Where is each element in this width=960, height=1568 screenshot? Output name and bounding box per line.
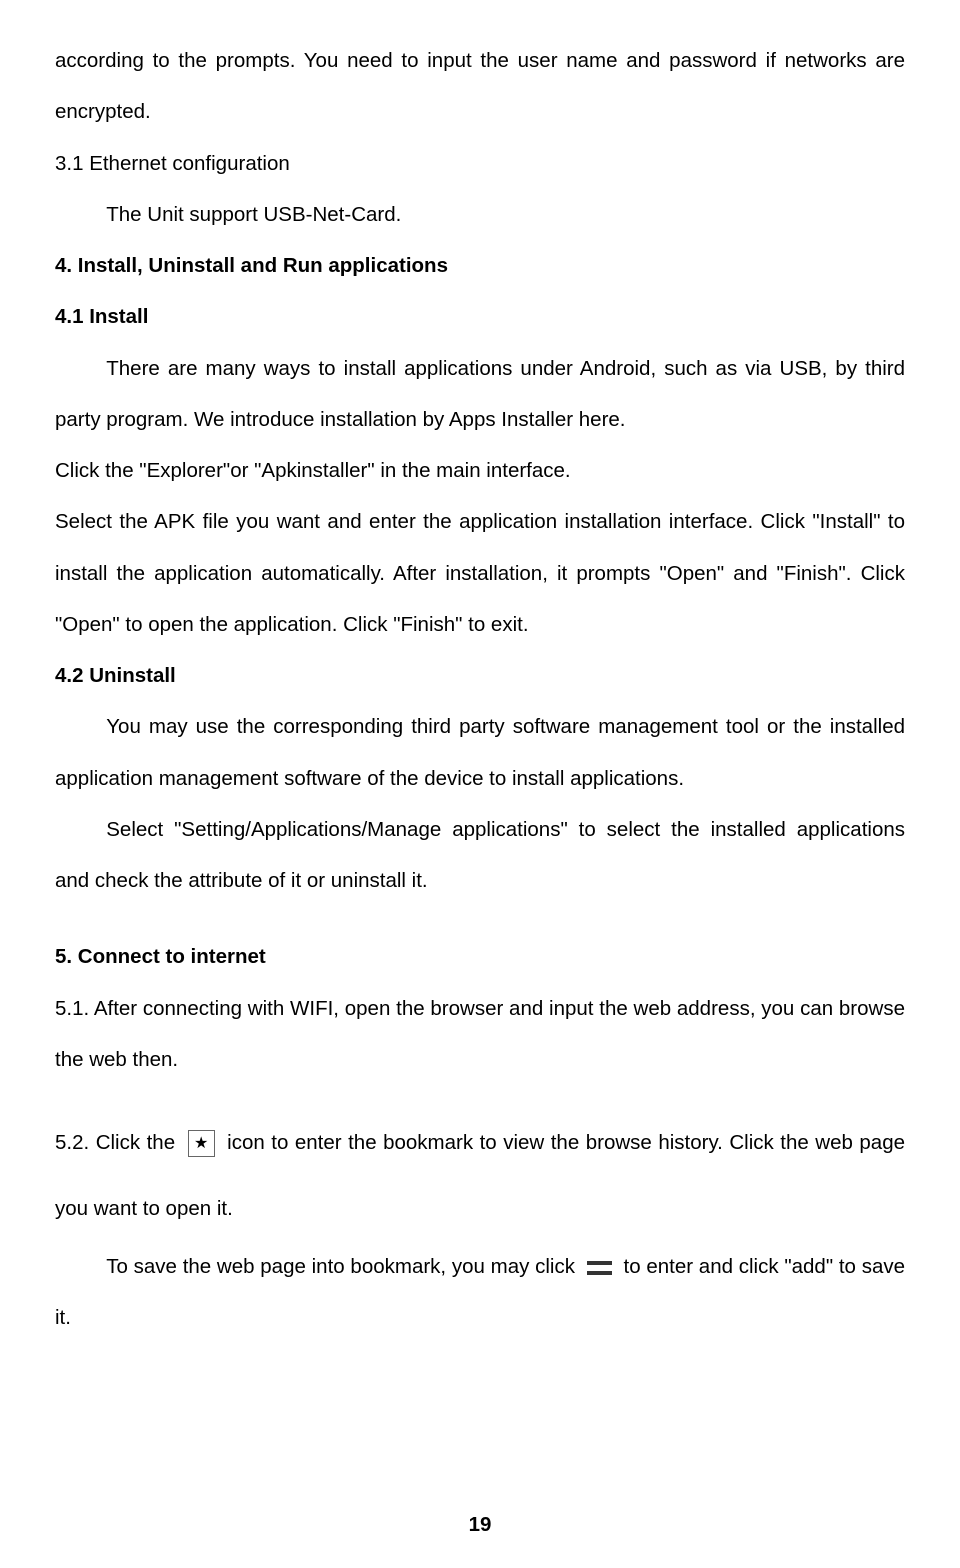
body-4-2-a: You may use the corresponding third part… [55,701,905,804]
page-number: 19 [0,1499,960,1550]
body-4-1-c: Select the APK file you want and enter t… [55,496,905,650]
heading-5: 5. Connect to internet [55,931,905,982]
heading-4: 4. Install, Uninstall and Run applicatio… [55,240,905,291]
body-4-1-b: Click the "Explorer"or "Apkinstaller" in… [55,445,905,496]
body-3-1: The Unit support USB-Net-Card. [55,189,905,240]
body-4-1-a: There are many ways to install applicati… [55,343,905,446]
heading-3-1: 3.1 Ethernet configuration [55,138,905,189]
heading-4-2: 4.2 Uninstall [55,650,905,701]
heading-4-1: 4.1 Install [55,291,905,342]
paragraph-prompts: according to the prompts. You need to in… [55,35,905,138]
menu-icon [587,1259,612,1277]
body-5-2-part-a: 5.2. Click the [55,1131,175,1154]
star-icon: ★ [188,1130,215,1157]
body-5-2-part-b: icon to enter the bookmark to view the b… [55,1131,905,1220]
body-5-2: 5.2. Click the ★ icon to enter the bookm… [55,1110,905,1241]
body-5-1: 5.1. After connecting with WIFI, open th… [55,983,905,1086]
body-5-2-part-c: To save the web page into bookmark, you … [106,1255,575,1278]
body-5-2-save: To save the web page into bookmark, you … [55,1241,905,1344]
body-4-2-b: Select "Setting/Applications/Manage appl… [55,804,905,907]
